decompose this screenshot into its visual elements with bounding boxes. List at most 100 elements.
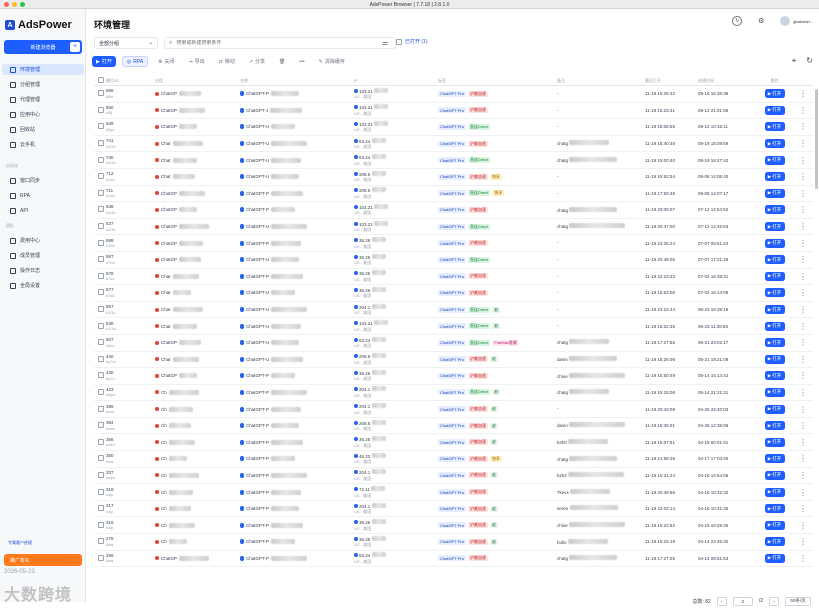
- pin-icon[interactable]: ⌖: [792, 56, 797, 66]
- row-checkbox[interactable]: [98, 256, 104, 263]
- row-more-icon[interactable]: ⋮: [793, 338, 813, 347]
- table-row[interactable]: 256 kwa ChatGP ChatGPT-P 63.24 US - 美国 Ch…: [94, 551, 813, 568]
- row-more-icon[interactable]: ⋮: [793, 156, 813, 165]
- table-row[interactable]: 396 kwni Ch ChatGPT-P 204.1 US - 美国 ChatG…: [94, 401, 813, 418]
- row-checkbox[interactable]: [98, 554, 104, 561]
- row-checkbox[interactable]: [98, 272, 104, 279]
- open-profile-button[interactable]: ▶ 打开: [764, 89, 785, 99]
- table-row[interactable]: 711 k1od ChatGP ChatGPT-P 208.6 US - 美国 C…: [94, 186, 813, 203]
- col-last-open[interactable]: 最近打开: [645, 78, 698, 84]
- new-browser-button[interactable]: 新建浏览器 +: [4, 40, 82, 54]
- sidebar-item-sidebar.items-2[interactable]: 代理管理: [2, 94, 84, 105]
- row-checkbox[interactable]: [98, 140, 104, 147]
- move-button[interactable]: ⇄ 移动: [215, 56, 239, 67]
- sidebar-item-sidebar.items-5[interactable]: 云手机: [2, 139, 84, 150]
- open-profile-button[interactable]: ▶ 打开: [764, 105, 785, 115]
- table-row[interactable]: 741 k1O6 Chat ChatGPT-U 63.24 US - 美国 Cha…: [94, 136, 813, 153]
- table-row[interactable]: 430 kp7o ChatGP ChatGPT-P 36.25 US - 美国 C…: [94, 368, 813, 385]
- table-row[interactable]: 587 k7ba ChatGP ChatGPT-U 36.25 US - 美国 C…: [94, 252, 813, 269]
- row-more-icon[interactable]: ⋮: [793, 488, 813, 497]
- row-checkbox[interactable]: [98, 521, 104, 528]
- row-checkbox[interactable]: [98, 239, 104, 246]
- table-row[interactable]: 317 kwp Ch ChatGPT-P 204.1 US - 美国 ChatGP…: [94, 501, 813, 518]
- open-profile-button[interactable]: ▶ 打开: [764, 288, 785, 298]
- row-checkbox[interactable]: [98, 488, 104, 495]
- table-row[interactable]: 318 kwp Ch ChatGPT-P 72.11 US - 美国 ChatGP…: [94, 484, 813, 501]
- row-checkbox[interactable]: [98, 322, 104, 329]
- table-row[interactable]: 337 kwpu Ch ChatGPT-P 204.1 US - 美国 ChatG…: [94, 468, 813, 485]
- close-button[interactable]: ⊗ 关闭: [154, 56, 178, 67]
- table-row[interactable]: 588 k7bb ChatGP ChatGPT-P 36.26 US - 美国 C…: [94, 235, 813, 252]
- search-box[interactable]: ⌕: [164, 37, 396, 49]
- row-more-icon[interactable]: ⋮: [793, 106, 813, 115]
- sidebar-item-sidebar.team_items-3[interactable]: 全局设置: [2, 280, 84, 291]
- table-row[interactable]: 507 k0bv ChatGP ChatGPT-U 63.24 US - 美国 C…: [94, 335, 813, 352]
- table-row[interactable]: 849 k5gv ChatGP ChatGPT-U 103.21 US - 美国 …: [94, 119, 813, 136]
- table-row[interactable]: 384 kwkk Ch ChatGPT-P 208.6 US - 美国 ChatG…: [94, 418, 813, 435]
- sidebar-item-sidebar.team_items-0[interactable]: 费用中心: [2, 235, 84, 246]
- open-profile-button[interactable]: ▶ 打开: [764, 371, 785, 381]
- open-profile-button[interactable]: ▶ 打开: [764, 338, 785, 348]
- row-checkbox[interactable]: [98, 106, 104, 113]
- open-profile-button[interactable]: ▶ 打开: [764, 321, 785, 331]
- row-checkbox[interactable]: [98, 455, 104, 462]
- row-checkbox[interactable]: [98, 405, 104, 412]
- row-more-icon[interactable]: ⋮: [793, 239, 813, 248]
- more-button[interactable]: •••: [295, 56, 308, 67]
- plus-icon[interactable]: +: [70, 42, 80, 52]
- table-row[interactable]: 530 k1Gq Chat ChatGPT-U 103.21 US - 美国 Ch…: [94, 318, 813, 335]
- row-more-icon[interactable]: ⋮: [793, 205, 813, 214]
- table-row[interactable]: 740 k1O6 Chat ChatGPT-U 63.24 US - 美国 Cha…: [94, 152, 813, 169]
- page-input[interactable]: 2: [732, 596, 753, 606]
- filter-settings-icon[interactable]: ⚌: [382, 39, 388, 47]
- group-filter-select[interactable]: 全部分组 ⌄: [94, 37, 158, 49]
- scrollbar[interactable]: [815, 89, 818, 189]
- open-profile-button[interactable]: ▶ 打开: [764, 354, 785, 364]
- reload-icon[interactable]: ↻: [806, 56, 813, 66]
- sidebar-item-sidebar.auto_items-1[interactable]: RPA: [2, 190, 84, 201]
- row-more-icon[interactable]: ⋮: [793, 355, 813, 364]
- open-profile-button[interactable]: ▶ 打开: [764, 404, 785, 414]
- sidebar-item-sidebar.team_items-2[interactable]: 操作日志: [2, 265, 84, 276]
- table-row[interactable]: 423 kwp4 Ch ChatGPT-P 204.1 US - 美国 ChatG…: [94, 385, 813, 402]
- table-row[interactable]: 578 k7a1 Chat ChatGPT-P 36.25 US - 美国 Cha…: [94, 269, 813, 286]
- open-button[interactable]: ▶ 打开: [92, 56, 116, 67]
- row-checkbox[interactable]: [98, 189, 104, 196]
- row-more-icon[interactable]: ⋮: [793, 322, 813, 331]
- row-more-icon[interactable]: ⋮: [793, 222, 813, 231]
- open-profile-button[interactable]: ▶ 打开: [764, 205, 785, 215]
- search-input[interactable]: [176, 40, 367, 46]
- row-more-icon[interactable]: ⋮: [793, 405, 813, 414]
- table-row[interactable]: 316 kwp Ch ChatGPT-P 36.25 US - 美国 ChatGP…: [94, 517, 813, 535]
- row-more-icon[interactable]: ⋮: [793, 537, 813, 546]
- table-row[interactable]: 850 k5fj ChatGP ChatGPT-J 103.21 US - 美国 …: [94, 103, 813, 120]
- table-row[interactable]: 712 k1oe Chat ChatGPT-U 208.6 US - 美国 Cha…: [94, 169, 813, 186]
- sidebar-item-sidebar.team_items-1[interactable]: 成员管理: [2, 250, 84, 261]
- open-profile-button[interactable]: ▶ 打开: [764, 421, 785, 431]
- table-row[interactable]: 557 k1Gp Chat ChatGPT-U 204.1 US - 美国 Cha…: [94, 302, 813, 319]
- export-button[interactable]: ⇥ 导出: [184, 56, 208, 67]
- row-checkbox[interactable]: [98, 289, 104, 296]
- sidebar-item-sidebar.items-1[interactable]: 分组管理: [2, 79, 84, 90]
- open-profile-button[interactable]: ▶ 打开: [764, 155, 785, 165]
- row-more-icon[interactable]: ⋮: [793, 139, 813, 148]
- table-row[interactable]: 350 kwa Ch ChatGPT-P 46.23 US - 美国 ChatGP…: [94, 451, 813, 468]
- open-profile-button[interactable]: ▶ 打开: [764, 487, 785, 497]
- row-more-icon[interactable]: ⋮: [793, 272, 813, 281]
- row-checkbox[interactable]: [98, 173, 104, 180]
- row-checkbox[interactable]: [98, 339, 104, 346]
- page-size-select[interactable]: 50条/页: [785, 596, 811, 606]
- row-checkbox[interactable]: [98, 422, 104, 429]
- table-row[interactable]: 276 kwa Ch ChatGPT-P 36.25 US - 美国 ChatGP…: [94, 534, 813, 551]
- row-checkbox[interactable]: [98, 223, 104, 230]
- share-button[interactable]: ↗ 分享: [245, 56, 269, 67]
- open-profile-button[interactable]: ▶ 打开: [764, 520, 785, 530]
- open-profile-button[interactable]: ▶ 打开: [764, 504, 785, 514]
- row-more-icon[interactable]: ⋮: [793, 255, 813, 264]
- table-row[interactable]: 856 k5le ChatGP ChatGPT-P 103.21 US - 美国 …: [94, 86, 813, 103]
- row-checkbox[interactable]: [98, 505, 104, 512]
- row-checkbox[interactable]: [98, 90, 104, 97]
- row-checkbox[interactable]: [98, 306, 104, 313]
- row-checkbox[interactable]: [98, 471, 104, 478]
- open-profile-button[interactable]: ▶ 打开: [764, 387, 785, 397]
